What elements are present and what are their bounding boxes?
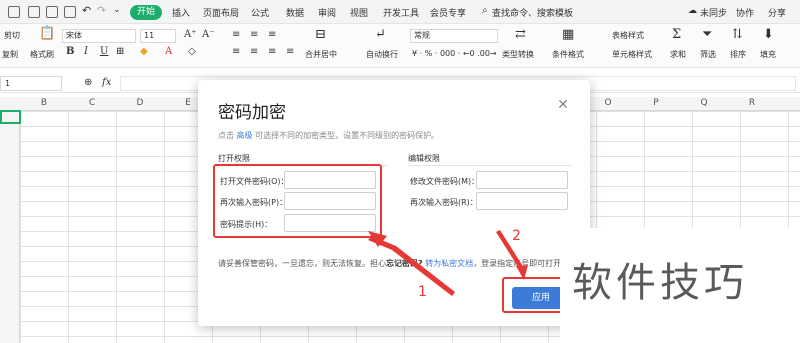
annotation-step-1: 1 xyxy=(418,284,427,300)
annotation-step-2: 2 xyxy=(512,228,521,244)
arrow-2-head xyxy=(516,265,528,280)
arrow-1-shaft xyxy=(368,236,455,296)
watermark-text: 软件技巧 xyxy=(572,260,748,306)
spreadsheet-app: ↶ ↷ ⌄ 开始 插入 页面布局 公式 数据 审阅 视图 开发工具 会员专享 ⌕… xyxy=(0,0,800,343)
